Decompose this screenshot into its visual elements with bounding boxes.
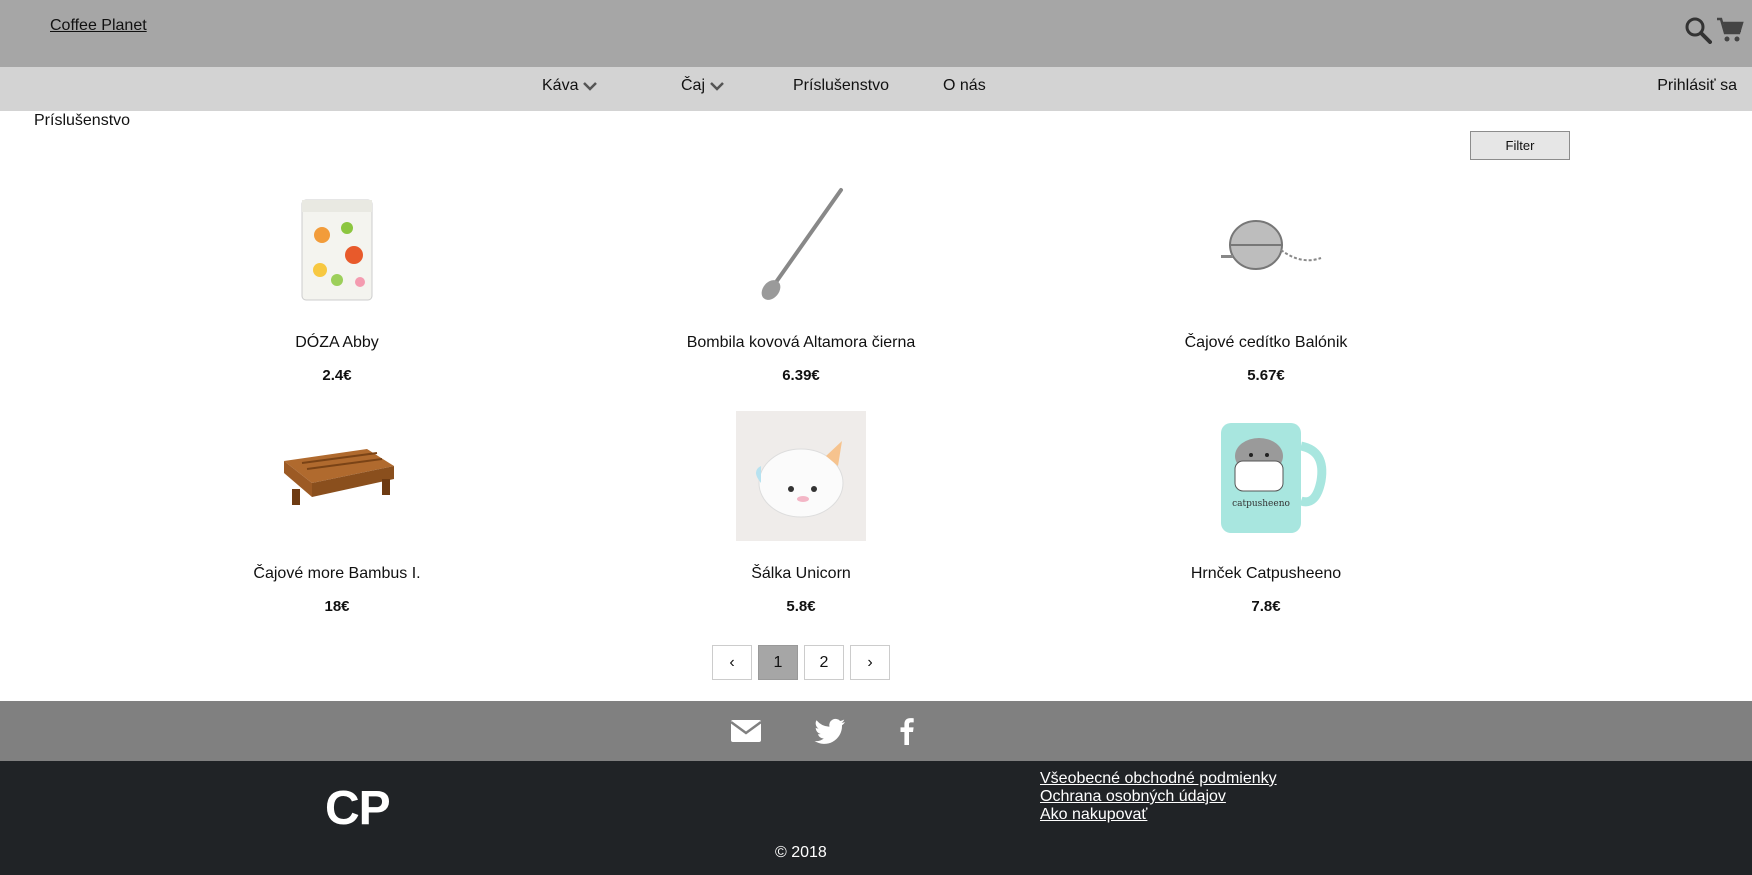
cart-icon[interactable] [1716,16,1744,44]
main-nav: Káva Čaj Príslušenstvo O nás Prihlásiť s… [0,67,1752,111]
pagination-page-1[interactable]: 1 [758,645,798,680]
product-image-tea-tray[interactable] [272,411,402,541]
filter-button[interactable]: Filter [1470,131,1570,160]
product-name[interactable]: Šálka Unicorn [671,547,931,583]
product-name[interactable]: DÓZA Abby [207,316,467,352]
nav-item-kava[interactable]: Káva [542,77,598,95]
mail-icon[interactable] [729,715,763,747]
nav-item-caj[interactable]: Čaj [681,77,725,95]
svg-text:catpusheeno: catpusheeno [1232,499,1290,509]
footer-link-how-to-buy[interactable]: Ako nakupovať [1040,806,1277,824]
pagination-next[interactable]: › [850,645,890,680]
chevron-down-icon [710,82,724,91]
social-bar [0,701,1752,761]
product-name[interactable]: Hrnček Catpusheeno [1136,547,1396,583]
product-card[interactable]: DÓZA Abby 2.4€ [207,180,467,384]
brand-link[interactable]: Coffee Planet [50,17,147,35]
pagination-prev[interactable]: ‹ [712,645,752,680]
header-icons [1684,16,1744,44]
product-price: 6.39€ [782,367,820,384]
product-image-tin[interactable] [272,180,402,310]
product-price: 5.8€ [786,598,816,615]
facebook-icon[interactable] [890,715,924,747]
product-card[interactable]: Čajové more Bambus I. 18€ [207,411,467,615]
page-title: Príslušenstvo [34,112,131,129]
product-card[interactable]: catpusheeno Hrnček Catpusheeno 7.8€ [1136,411,1396,615]
nav-item-label: O nás [943,77,986,94]
product-price: 18€ [324,598,350,615]
nav-item-label: Čaj [681,77,706,94]
product-name[interactable]: Bombila kovová Altamora čierna [671,316,931,352]
product-name[interactable]: Čajové cedítko Balónik [1136,316,1396,352]
product-card[interactable]: Šálka Unicorn 5.8€ [671,411,931,615]
chevron-down-icon [583,82,598,91]
nav-item-label: Káva [542,77,579,94]
nav-item-label: Príslušenstvo [793,77,890,94]
nav-item-o-nas[interactable]: O nás [943,77,986,95]
footer: CP Všeobecné obchodné podmienky Ochrana … [0,761,1752,875]
copyright: © 2018 [775,844,827,861]
footer-logo: CP [325,782,391,835]
pagination-page-2[interactable]: 2 [804,645,844,680]
product-card[interactable]: Čajové cedítko Balónik 5.67€ [1136,180,1396,384]
product-price: 7.8€ [1251,598,1281,615]
top-header: Coffee Planet [0,0,1752,67]
pagination: ‹ 1 2 › [712,645,890,680]
footer-link-terms[interactable]: Všeobecné obchodné podmienky [1040,770,1277,788]
search-icon[interactable] [1684,16,1712,44]
product-image-unicorn-mug[interactable] [736,411,866,541]
product-card[interactable]: Bombila kovová Altamora čierna 6.39€ [671,180,931,384]
product-image-strainer[interactable] [1201,180,1331,310]
product-price: 2.4€ [322,367,352,384]
login-link[interactable]: Prihlásiť sa [1657,77,1737,95]
product-image-catpusheeno-mug[interactable]: catpusheeno [1201,411,1331,541]
product-price: 5.67€ [1247,367,1285,384]
footer-links: Všeobecné obchodné podmienky Ochrana oso… [1040,770,1277,824]
twitter-icon[interactable] [813,715,847,747]
product-image-bombila[interactable] [736,180,866,310]
nav-item-prislusenstvo[interactable]: Príslušenstvo [793,77,889,95]
product-name[interactable]: Čajové more Bambus I. [207,547,467,583]
footer-link-privacy[interactable]: Ochrana osobných údajov [1040,788,1277,806]
